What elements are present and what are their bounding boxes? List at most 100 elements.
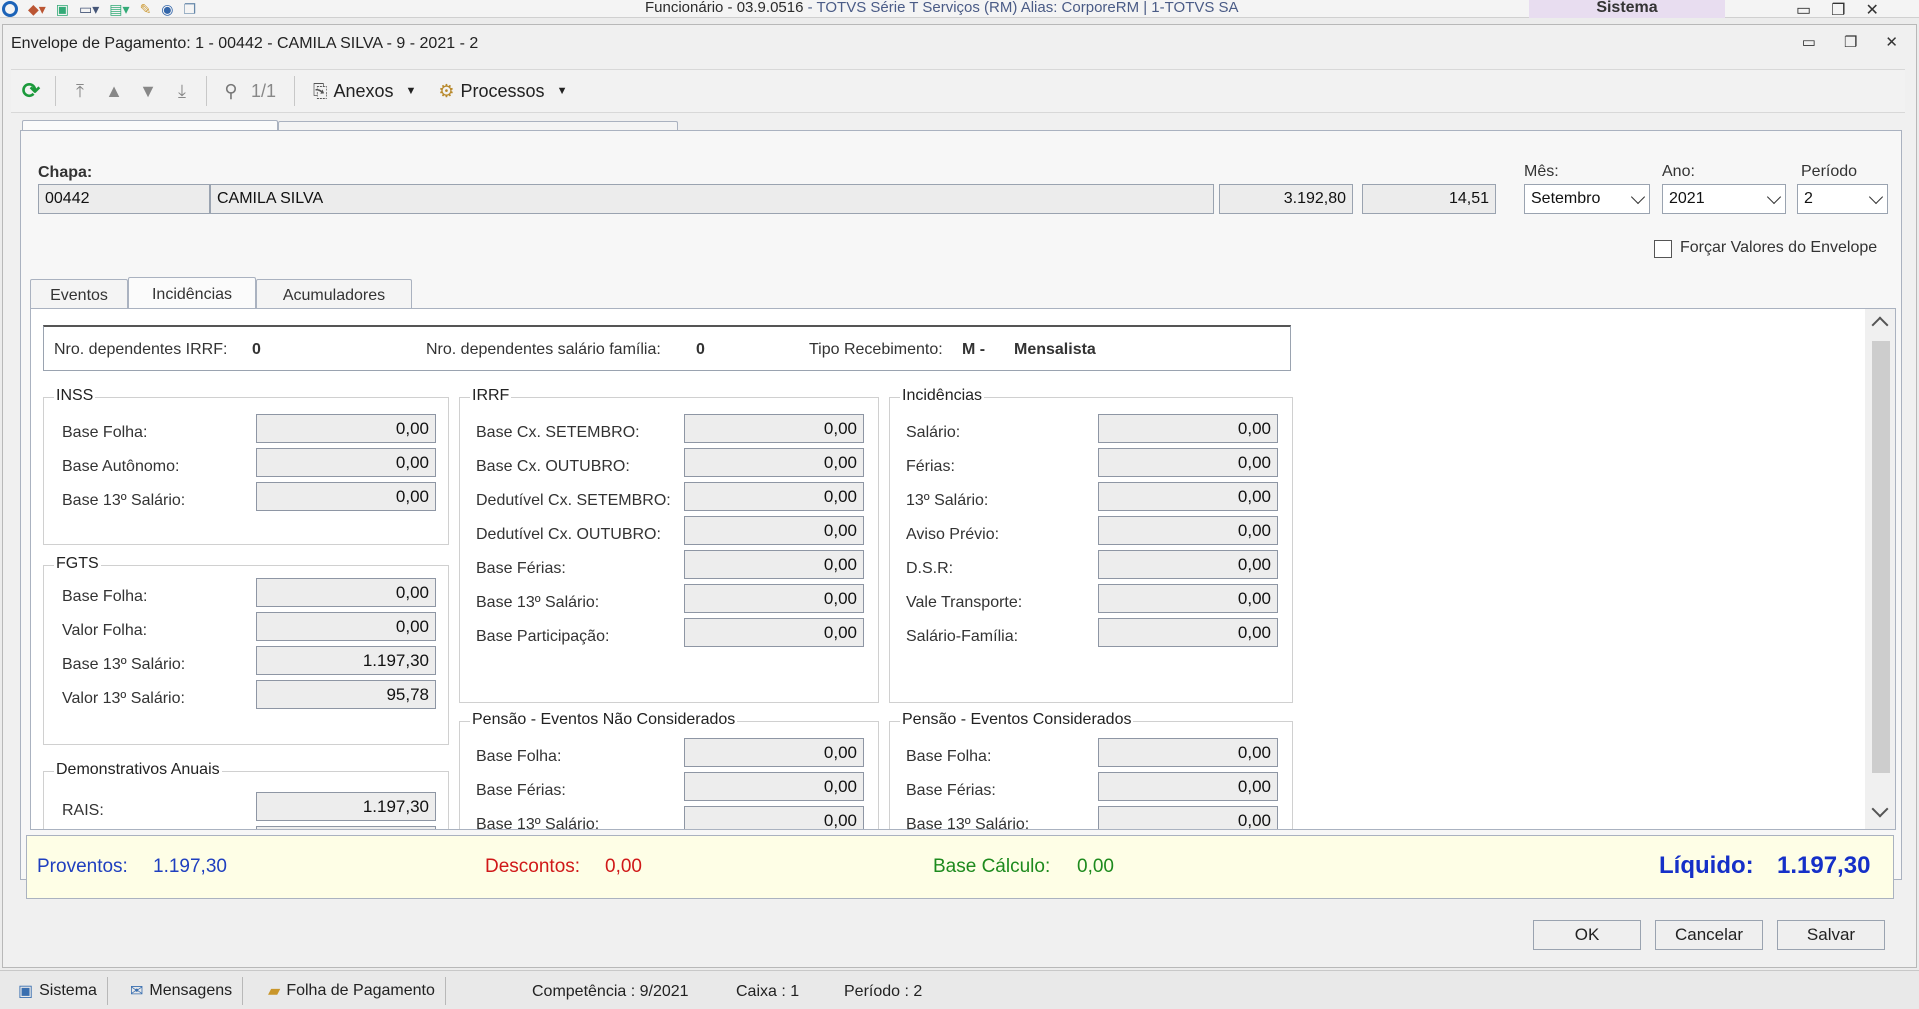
incidencias-row-label: Aviso Prévio:	[906, 526, 1000, 543]
incidencias-row-value[interactable]: 0,00	[1098, 550, 1278, 579]
fgts-row-value[interactable]: 0,00	[256, 612, 436, 641]
scroll-thumb[interactable]	[1872, 341, 1890, 773]
first-record-icon[interactable]: ⤒	[66, 77, 94, 105]
irrf-row-value[interactable]: 0,00	[684, 550, 864, 579]
chapa-field[interactable]: 00442	[38, 184, 210, 214]
descontos-value: 0,00	[605, 856, 642, 877]
ok-button[interactable]: OK	[1533, 920, 1641, 950]
irrf-group: IRRF Base Cx. SETEMBRO: 0,00 Base Cx. OU…	[459, 387, 879, 703]
irrf-row-value[interactable]: 0,00	[684, 482, 864, 511]
close-icon[interactable]: ✕	[1865, 0, 1878, 20]
scroll-up-icon[interactable]	[1871, 316, 1889, 334]
pensao-sim-row-label: Base 13º Salário:	[906, 816, 1030, 830]
irrf-row-value[interactable]: 0,00	[684, 448, 864, 477]
tipo-recebimento-label: Tipo Recebimento:	[809, 341, 943, 358]
quick-access-icon[interactable]: ▣	[56, 1, 69, 18]
pensao-sim-row-value[interactable]: 0,00	[1098, 772, 1278, 801]
tab-eventos[interactable]: Eventos	[30, 279, 128, 311]
irrf-row-value[interactable]: 0,00	[684, 516, 864, 545]
tab-acumuladores[interactable]: Acumuladores	[256, 279, 412, 311]
salvar-button[interactable]: Salvar	[1777, 920, 1885, 950]
pensao-nao-row-value[interactable]: 0,00	[684, 806, 864, 829]
anexos-button[interactable]: ⎘ Anexos ▼	[305, 74, 424, 108]
demonstrativos-row-label: RAIS:	[62, 802, 104, 819]
statusbar-sistema[interactable]: ▣ Sistema	[8, 977, 108, 1005]
statusbar-folha[interactable]: ▰ Folha de Pagamento	[258, 977, 446, 1005]
tab-incidencias[interactable]: Incidências	[128, 277, 256, 311]
quick-access-icon[interactable]: ▭▾	[79, 1, 99, 18]
fgts-row-value[interactable]: 1.197,30	[256, 646, 436, 675]
statusbar-competencia: Competência : 9/2021	[532, 983, 689, 1000]
app-title-bar: ◆▾ ▣ ▭▾ ▤▾ ✎ ◉ ❐ Funcionário - 03.9.0516…	[0, 0, 1919, 20]
incidencias-row-value[interactable]: 0,00	[1098, 516, 1278, 545]
irrf-row-label: Dedutível Cx. SETEMBRO:	[476, 492, 671, 509]
pensao-nao-row-label: Base Folha:	[476, 748, 562, 765]
inss-row-value[interactable]: 0,00	[256, 414, 436, 443]
incidencias-panel: Nro. dependentes IRRF: 0 Nro. dependente…	[30, 308, 1896, 830]
inss-row-value[interactable]: 0,00	[256, 448, 436, 477]
valor-salario-field[interactable]: 3.192,80	[1219, 184, 1353, 214]
fgts-row-label: Valor 13º Salário:	[62, 690, 185, 707]
previous-record-icon[interactable]: ▲	[100, 77, 128, 105]
chevron-down-icon	[1766, 189, 1782, 204]
incidencias-row-value[interactable]: 0,00	[1098, 414, 1278, 443]
close-icon[interactable]: ✕	[1885, 33, 1898, 51]
valor-hora-field[interactable]: 14,51	[1362, 184, 1496, 214]
toolbar: ⟳ ⤒ ▲ ▼ ⤓ ⚲ 1/1 ⎘ Anexos ▼ ⚙ Processos ▼	[11, 69, 1905, 113]
toolbar-separator	[294, 76, 296, 106]
quick-access-icon[interactable]: ❐	[184, 1, 197, 18]
processos-button[interactable]: ⚙ Processos ▼	[430, 74, 575, 108]
fgts-row-value[interactable]: 0,00	[256, 578, 436, 607]
quick-access-icon[interactable]: ◆▾	[28, 1, 46, 18]
periodo-select[interactable]: 2	[1797, 184, 1888, 214]
fgts-row-value[interactable]: 95,78	[256, 680, 436, 709]
statusbar-mensagens[interactable]: ✉ Mensagens	[120, 977, 244, 1005]
binoculars-icon[interactable]: ⚲	[217, 77, 245, 105]
restore-icon[interactable]: ❐	[1844, 33, 1857, 51]
incidencias-row-value[interactable]: 0,00	[1098, 584, 1278, 613]
nome-field[interactable]: CAMILA SILVA	[210, 184, 1214, 214]
ano-select[interactable]: 2021	[1662, 184, 1786, 214]
mes-select[interactable]: Setembro	[1524, 184, 1650, 214]
ano-select-value: 2021	[1669, 190, 1705, 207]
incidencias-row-label: 13º Salário:	[906, 492, 989, 509]
restore-icon[interactable]: ❐	[1831, 0, 1845, 20]
globe-icon[interactable]: ◉	[161, 1, 173, 18]
next-record-icon[interactable]: ▼	[134, 77, 162, 105]
tipo-recebimento-code: M -	[962, 341, 986, 358]
pensao-sim-row-value[interactable]: 0,00	[1098, 738, 1278, 767]
quick-access-icon[interactable]: ▤▾	[109, 1, 129, 18]
incidencias-group: Incidências Salário: 0,00 Férias: 0,00 1…	[889, 387, 1293, 703]
liquido-value: 1.197,30	[1777, 852, 1871, 879]
irrf-row-label: Base Cx. SETEMBRO:	[476, 424, 640, 441]
forcar-valores-checkbox[interactable]	[1654, 240, 1672, 258]
incidencias-row-value[interactable]: 0,00	[1098, 618, 1278, 647]
last-record-icon[interactable]: ⤓	[168, 77, 196, 105]
irrf-row-value[interactable]: 0,00	[684, 618, 864, 647]
quick-access-icon[interactable]: ✎	[140, 1, 152, 18]
pensao-nao-row-value[interactable]: 0,00	[684, 772, 864, 801]
dialog-title: Envelope de Pagamento: 1 - 00442 - CAMIL…	[11, 35, 479, 52]
irrf-row-value[interactable]: 0,00	[684, 414, 864, 443]
scroll-down-icon[interactable]	[1871, 800, 1889, 818]
minimize-icon[interactable]: ▭	[1796, 0, 1811, 20]
irrf-row-value[interactable]: 0,00	[684, 584, 864, 613]
cancelar-button[interactable]: Cancelar	[1655, 920, 1763, 950]
minimize-icon[interactable]: ▭	[1802, 33, 1816, 51]
app-logo-icon[interactable]	[2, 1, 18, 17]
incidencias-row-value[interactable]: 0,00	[1098, 448, 1278, 477]
refresh-icon[interactable]: ⟳	[17, 77, 45, 105]
pensao-sim-row-value[interactable]: 0,00	[1098, 806, 1278, 829]
inss-row-value[interactable]: 0,00	[256, 482, 436, 511]
app-window-controls: ▭ ❐ ✕	[1796, 0, 1879, 20]
mes-select-value: Setembro	[1531, 190, 1601, 207]
incidencias-row-value[interactable]: 0,00	[1098, 482, 1278, 511]
demonstrativos-row-value[interactable]: 1.197,30	[256, 792, 436, 821]
pensao-nao-row-value[interactable]: 0,00	[684, 738, 864, 767]
vertical-scrollbar[interactable]	[1865, 309, 1895, 829]
irrf-row-label: Base 13º Salário:	[476, 594, 600, 611]
inss-row-label: Base Folha:	[62, 424, 148, 441]
demonstrativos-row-value-partial[interactable]	[256, 826, 436, 829]
dep-irrf-value: 0	[252, 341, 261, 358]
ribbon-tab-sistema[interactable]: Sistema	[1529, 0, 1725, 18]
